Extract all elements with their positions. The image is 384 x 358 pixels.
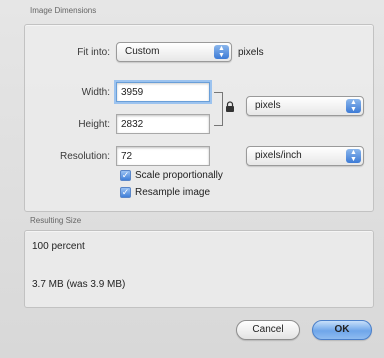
ok-button[interactable]: OK [312,320,372,340]
resample-image-checkbox[interactable]: ✓ [120,187,131,198]
cancel-button[interactable]: Cancel [236,320,300,340]
height-label: Height: [78,119,110,130]
checkmark-icon: ✓ [121,187,130,197]
image-dimensions-sheet: Image Dimensions Fit into: Custom ▲ ▼ pix… [0,0,384,358]
checkmark-icon: ✓ [121,170,130,180]
updown-arrows-icon: ▲ ▼ [346,149,361,163]
resolution-unit-popup[interactable]: pixels/inch ▲ ▼ [246,146,364,166]
width-field[interactable] [116,82,210,102]
scale-proportionally-checkbox[interactable]: ✓ [120,170,131,181]
proportion-bracket [214,92,223,126]
scale-proportionally-row[interactable]: ✓ Scale proportionally [120,170,223,181]
width-label: Width: [81,87,110,98]
resample-image-row[interactable]: ✓ Resample image [120,187,210,198]
resulting-percent: 100 percent [32,241,85,252]
updown-arrows-icon: ▲ ▼ [214,45,229,59]
image-dimensions-title: Image Dimensions [30,6,97,15]
resolution-field[interactable] [116,146,210,166]
scale-proportionally-label: Scale proportionally [135,170,223,181]
resolution-label: Resolution: [59,151,110,162]
fit-into-popup[interactable]: Custom ▲ ▼ [116,42,232,62]
resolution-unit-value: pixels/inch [255,150,302,161]
resulting-file-size: 3.7 MB (was 3.9 MB) [32,279,126,290]
height-field[interactable] [116,114,210,134]
lock-icon[interactable] [224,101,236,113]
resample-image-label: Resample image [135,187,211,198]
fit-into-label: Fit into: [77,47,110,58]
size-unit-value: pixels [255,100,281,111]
updown-arrows-icon: ▲ ▼ [346,99,361,113]
fit-into-unit: pixels [238,47,264,58]
size-unit-popup[interactable]: pixels ▲ ▼ [246,96,364,116]
fit-into-value: Custom [125,46,160,57]
resulting-size-title: Resulting Size [30,216,82,225]
